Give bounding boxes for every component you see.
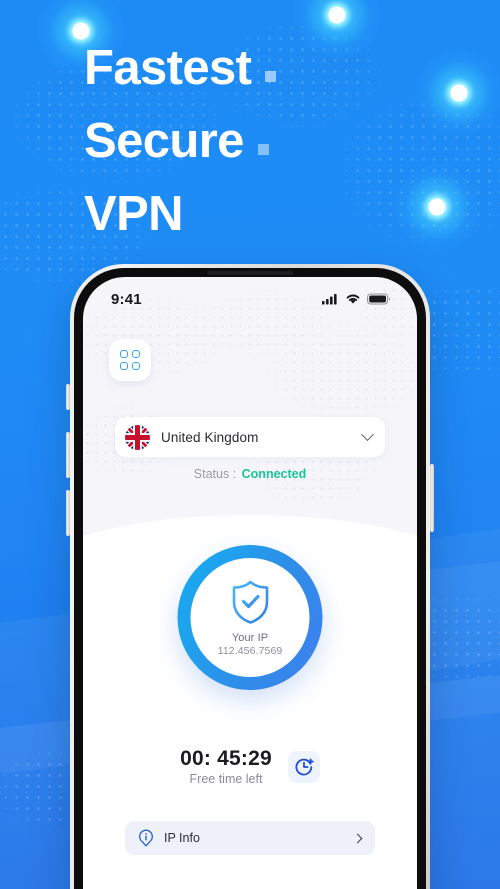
ip-label: Your IP — [231, 631, 269, 644]
mute-switch[interactable] — [66, 384, 70, 410]
status-badge: Connected — [241, 467, 307, 481]
headline-dot-icon — [257, 144, 269, 155]
battery-icon — [367, 293, 390, 305]
earpiece-speaker — [207, 271, 293, 275]
info-pin-icon — [138, 829, 154, 847]
country-selector[interactable]: United Kingdom — [115, 417, 385, 457]
volume-up-button[interactable] — [66, 432, 70, 478]
glow-node-icon — [328, 6, 346, 24]
timer-value: 00: 45:29 — [180, 747, 272, 770]
glow-node-icon — [428, 198, 446, 216]
headline-line-3: VPN — [84, 178, 276, 251]
phone-mockup: 9:41 United Kingdom Status: Connected Y… — [66, 264, 434, 889]
promo-banner: Fastest Secure VPN 9:41 United Kingdom S… — [0, 0, 500, 889]
status-bar-time: 9:41 — [111, 290, 142, 308]
chevron-right-icon[interactable] — [352, 833, 363, 843]
cellular-signal-icon — [322, 294, 337, 305]
shield-check-icon — [232, 580, 268, 624]
status-bar: 9:41 — [83, 277, 417, 321]
ip-ring[interactable]: Your IP 112.456.7569 — [177, 545, 323, 690]
chevron-down-icon[interactable] — [361, 427, 374, 441]
headline-text-1: Fastest — [84, 41, 252, 95]
connection-status: Status : Connected — [83, 467, 417, 481]
volume-down-button[interactable] — [66, 490, 70, 536]
glow-node-icon — [450, 84, 468, 102]
power-button[interactable] — [430, 464, 434, 532]
status-bar-icons — [322, 293, 391, 305]
uk-flag-icon — [125, 424, 150, 450]
ip-address-value: 112.456.7569 — [217, 644, 283, 657]
free-time-section: 00: 45:29 Free time left — [83, 747, 417, 786]
grid-menu-button[interactable] — [109, 339, 151, 381]
wifi-icon — [346, 294, 360, 304]
hero-headline: Fastest Secure VPN — [84, 32, 277, 251]
ip-ring-inner: Your IP 112.456.7569 — [190, 558, 310, 677]
headline-dot-icon — [265, 71, 277, 82]
headline-line-2: Secure — [84, 105, 276, 178]
status-label: Status : — [193, 467, 237, 481]
ip-info-label: IP Info — [164, 831, 200, 845]
headline-text-3: VPN — [84, 187, 184, 241]
phone-bezel: 9:41 United Kingdom Status: Connected Y… — [74, 268, 426, 889]
add-time-button[interactable] — [287, 750, 320, 783]
timer-texts: 00: 45:29 Free time left — [180, 747, 272, 786]
country-name-label: United Kingdom — [161, 429, 259, 445]
grid-menu-icon — [120, 350, 140, 370]
headline-text-2: Secure — [84, 114, 244, 168]
ip-info-row[interactable]: IP Info — [125, 821, 375, 855]
clock-plus-icon — [295, 757, 314, 775]
headline-line-1: Fastest — [84, 32, 277, 105]
app-screen: 9:41 United Kingdom Status: Connected Y… — [83, 277, 417, 889]
timer-caption: Free time left — [189, 772, 263, 786]
